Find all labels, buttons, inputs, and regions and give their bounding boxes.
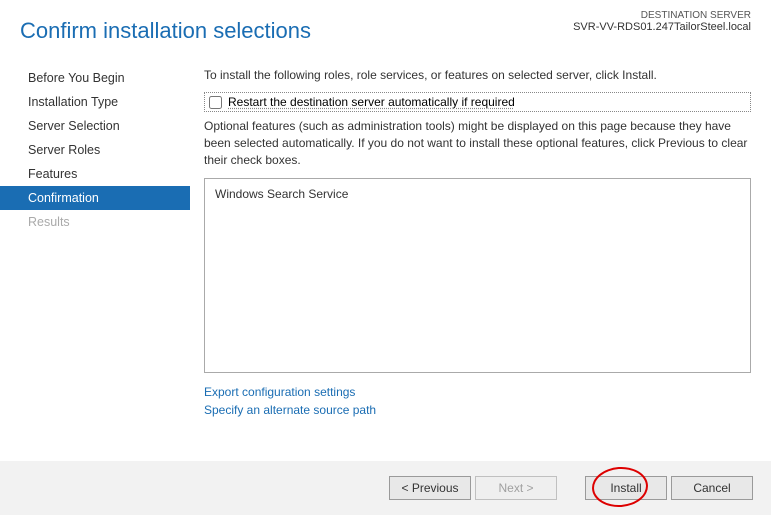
nav-server-selection[interactable]: Server Selection — [0, 114, 190, 138]
link-export-config[interactable]: Export configuration settings — [204, 383, 751, 401]
nav-server-roles[interactable]: Server Roles — [0, 138, 190, 162]
destination-server: SVR-VV-RDS01.247TailorSteel.local — [573, 21, 751, 33]
restart-checkbox-label: Restart the destination server automatic… — [228, 95, 515, 109]
nav-installation-type[interactable]: Installation Type — [0, 90, 190, 114]
cancel-button[interactable]: Cancel — [671, 476, 753, 500]
footer-bar: < Previous Next > Install Cancel — [0, 461, 771, 515]
previous-button[interactable]: < Previous — [389, 476, 471, 500]
nav-confirmation[interactable]: Confirmation — [0, 186, 190, 210]
destination-label: DESTINATION SERVER — [573, 10, 751, 21]
content-area: To install the following roles, role ser… — [190, 58, 771, 456]
intro-text: To install the following roles, role ser… — [204, 68, 751, 82]
features-list: Windows Search Service — [204, 178, 751, 373]
sidebar: Before You Begin Installation Type Serve… — [0, 58, 190, 456]
nav-results: Results — [0, 210, 190, 234]
feature-item: Windows Search Service — [215, 187, 740, 201]
restart-checkbox-row[interactable]: Restart the destination server automatic… — [204, 92, 751, 112]
next-button: Next > — [475, 476, 557, 500]
install-button[interactable]: Install — [585, 476, 667, 500]
nav-before-you-begin[interactable]: Before You Begin — [0, 66, 190, 90]
link-alternate-source[interactable]: Specify an alternate source path — [204, 401, 751, 419]
destination-block: DESTINATION SERVER SVR-VV-RDS01.247Tailo… — [573, 10, 751, 33]
optional-text: Optional features (such as administratio… — [204, 118, 751, 168]
nav-features[interactable]: Features — [0, 162, 190, 186]
restart-checkbox[interactable] — [209, 96, 222, 109]
